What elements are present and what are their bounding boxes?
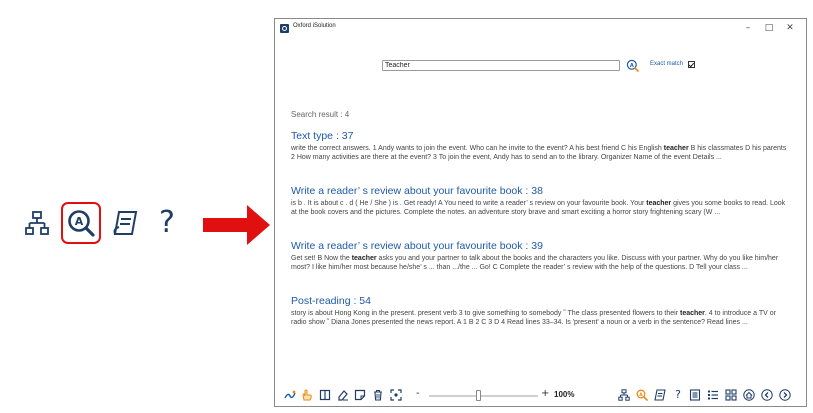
result-title-link[interactable]: Post-reading : 54 (291, 295, 791, 307)
app-window: Oxford iSolution – □ ✕ A Exact match Sea… (274, 18, 807, 407)
app-logo-icon (280, 24, 289, 33)
svg-text:A: A (639, 392, 643, 398)
result-item: Post-reading : 54 story is about Hong Ko… (291, 295, 791, 328)
maximize-button[interactable]: □ (758, 21, 780, 35)
left-toolbar: A ? (14, 198, 186, 248)
result-snippet: story is about Hong Kong in the present.… (291, 310, 776, 327)
sitemap-icon[interactable] (20, 206, 54, 240)
trash-icon[interactable] (372, 389, 384, 401)
hand-icon[interactable] (301, 389, 313, 401)
highlighted-term: teacher (663, 145, 689, 152)
book-icon[interactable] (319, 389, 331, 401)
result-count: Search result : 4 (291, 110, 350, 119)
zoom-in-button[interactable]: + (541, 388, 549, 399)
sitemap-icon[interactable] (618, 389, 630, 401)
notes-icon[interactable] (109, 206, 143, 240)
exact-match-checkbox[interactable] (688, 61, 695, 68)
next-icon[interactable] (779, 389, 791, 401)
zoom-slider-thumb[interactable] (475, 390, 481, 401)
window-title: Oxford iSolution (293, 23, 336, 29)
draw-icon[interactable] (284, 389, 296, 401)
search-icon[interactable]: A (636, 389, 648, 401)
result-title-link[interactable]: Write a reader’ s review about your favo… (291, 240, 791, 252)
zoom-slider[interactable] (429, 395, 538, 397)
search-icon[interactable]: A (64, 206, 98, 240)
result-snippet: write the correct answers. 1 Andy wants … (291, 145, 787, 162)
fit-icon[interactable] (390, 389, 402, 401)
highlighted-term: teacher (351, 255, 377, 262)
result-title-link[interactable]: Write a reader’ s review about your favo… (291, 185, 791, 197)
help-icon[interactable]: ? (150, 206, 184, 240)
red-arrow-icon (203, 205, 270, 245)
help-icon[interactable]: ? (672, 389, 684, 401)
minimize-button[interactable]: – (737, 21, 759, 35)
svg-text:A: A (630, 63, 634, 69)
grid-icon[interactable] (725, 389, 737, 401)
result-item: Write a reader’ s review about your favo… (291, 185, 791, 218)
result-snippet: is b . It is about c . d ( He / She ) is… (291, 200, 786, 217)
note-icon[interactable] (354, 389, 366, 401)
zoom-out-button[interactable]: - (416, 388, 420, 399)
zoom-level: 100% (554, 390, 575, 399)
search-button[interactable]: A (626, 59, 639, 72)
title-bar: Oxford iSolution – □ ✕ (275, 19, 806, 39)
bullets-icon[interactable] (707, 389, 719, 401)
close-button[interactable]: ✕ (779, 21, 801, 35)
highlighted-term: teacher (679, 310, 705, 317)
prev-icon[interactable] (761, 389, 773, 401)
result-title-link[interactable]: Text type : 37 (291, 130, 791, 142)
list-icon[interactable] (689, 389, 701, 401)
bottom-toolbar: - + 100% A ? (275, 387, 806, 405)
svg-text:A: A (75, 215, 84, 228)
exact-match-label: Exact match (650, 61, 684, 67)
notes-icon[interactable] (654, 389, 666, 401)
result-item: Write a reader’ s review about your favo… (291, 240, 791, 273)
eraser-icon[interactable] (337, 389, 349, 401)
home-icon[interactable] (743, 389, 755, 401)
result-item: Text type : 37 write the correct answers… (291, 130, 791, 163)
search-bar: A Exact match (275, 59, 806, 75)
search-input[interactable] (382, 60, 620, 71)
highlighted-term: teacher (646, 200, 672, 207)
result-snippet: Get set! B Now the teacher asks you and … (291, 255, 779, 272)
